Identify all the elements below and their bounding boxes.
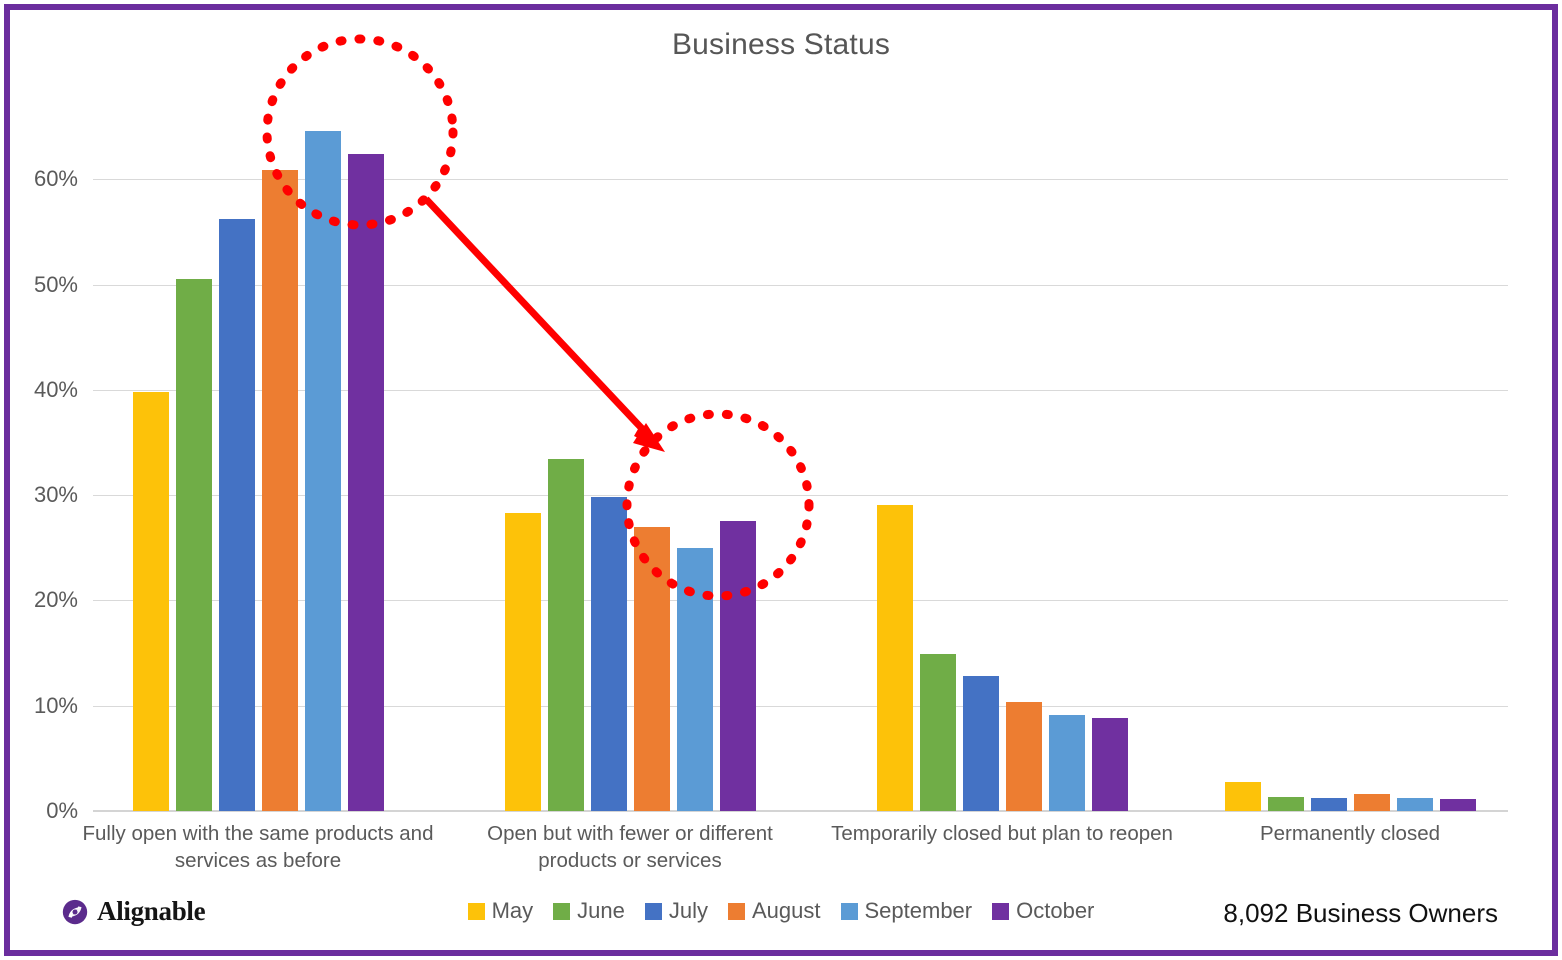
x-axis-label-line: Open but with fewer or different (487, 822, 773, 845)
x-axis-label-line: products or services (538, 849, 722, 872)
legend-item-july[interactable]: July (644, 898, 708, 924)
bar-october-1[interactable] (719, 521, 756, 811)
bar-july-1[interactable] (590, 497, 627, 811)
bar-august-0[interactable] (261, 169, 298, 811)
x-axis-label: Open but with fewer or different products… (450, 820, 810, 874)
legend-label: September (864, 898, 973, 923)
bar-group (876, 95, 1128, 811)
bar-september-1[interactable] (676, 547, 713, 811)
y-axis-tick-label: 10% (33, 692, 78, 718)
y-axis-tick-label: 30% (33, 482, 78, 508)
legend-item-may[interactable]: May (467, 898, 534, 924)
bar-june-0[interactable] (175, 279, 212, 811)
bar-september-2[interactable] (1048, 715, 1085, 811)
legend-label: May (491, 898, 534, 923)
x-axis-label: Fully open with the same products and ser… (48, 820, 468, 874)
legend-swatch-icon (644, 902, 662, 920)
legend-item-june[interactable]: June (553, 898, 625, 924)
bar-september-3[interactable] (1396, 798, 1433, 811)
legend-item-august[interactable]: August (728, 898, 821, 924)
bar-may-3[interactable] (1224, 781, 1261, 811)
legend-swatch-icon (992, 902, 1010, 920)
legend-swatch-icon (467, 902, 485, 920)
legend-swatch-icon (728, 902, 745, 920)
legend-swatch-icon (840, 902, 858, 920)
bar-june-3[interactable] (1267, 797, 1304, 811)
bar-june-1[interactable] (547, 459, 584, 811)
bar-august-3[interactable] (1353, 794, 1390, 811)
bar-july-2[interactable] (962, 676, 999, 811)
bar-may-2[interactable] (876, 504, 913, 811)
legend-label: August (752, 898, 821, 923)
alignable-swirl-icon (62, 899, 88, 924)
x-axis-label-line: Temporarily closed but plan to reopen (831, 822, 1173, 845)
bar-group (504, 95, 756, 811)
bar-october-3[interactable] (1439, 799, 1476, 811)
y-axis-tick-label: 60% (33, 166, 78, 192)
bar-june-2[interactable] (919, 654, 956, 811)
legend-swatch-icon (553, 902, 571, 920)
legend-item-september[interactable]: September (840, 898, 973, 924)
legend-item-october[interactable]: October (992, 898, 1094, 924)
x-axis-label-line: Fully open with the same products and (82, 822, 434, 845)
plot-area (93, 95, 1508, 812)
x-axis-label: Permanently closed (1190, 820, 1510, 847)
brand-name: Alignable (97, 896, 206, 926)
y-axis-tick-label: 50% (33, 271, 78, 297)
bar-may-0[interactable] (132, 391, 169, 811)
bar-october-2[interactable] (1091, 718, 1128, 811)
respondent-count: 8,092 Business Owners (1223, 898, 1498, 928)
bar-september-0[interactable] (304, 130, 341, 811)
x-axis-label-line: services as before (174, 849, 342, 872)
bar-july-0[interactable] (218, 219, 255, 811)
x-axis-label-line: Permanently closed (1259, 822, 1441, 845)
x-axis-category-labels: Fully open with the same products and ser… (83, 820, 1510, 890)
legend-label: July (668, 898, 708, 923)
y-axis-tick-label: 20% (33, 587, 78, 613)
legend-label: June (577, 898, 625, 923)
bar-august-2[interactable] (1005, 701, 1042, 811)
y-axis-tick-label: 40% (33, 376, 78, 402)
legend-label: October (1016, 898, 1095, 923)
bar-group (132, 95, 384, 811)
bar-group (1224, 95, 1476, 811)
bar-may-1[interactable] (504, 513, 541, 811)
alignable-logo: Alignable (62, 896, 206, 927)
page-title: Business Status (671, 28, 891, 61)
chart-page: Business Status 0% 10% 20% 30% 40% 50% 60% Ful… (0, 0, 1562, 960)
bar-october-0[interactable] (347, 153, 384, 811)
bar-august-1[interactable] (633, 526, 670, 811)
bar-july-3[interactable] (1310, 798, 1347, 811)
x-axis-label: Temporarily closed but plan to reopen (802, 820, 1202, 847)
